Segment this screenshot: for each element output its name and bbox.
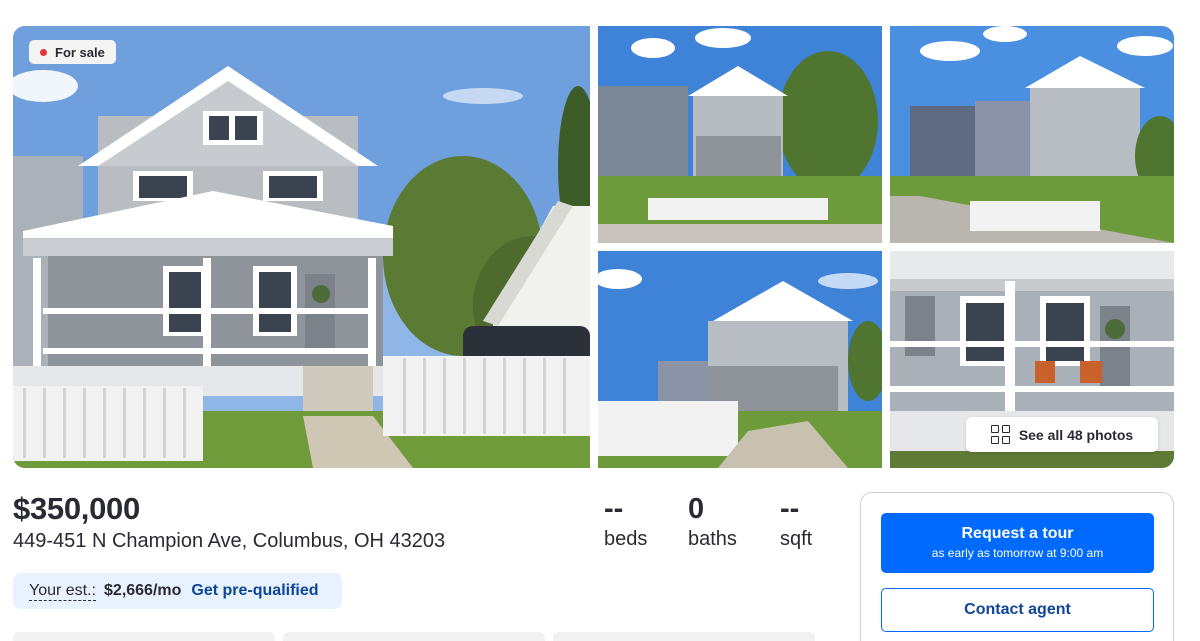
gallery-photo-3[interactable] <box>890 26 1174 243</box>
sqft-label: sqft <box>780 528 813 550</box>
estimate-label[interactable]: Your est.: <box>29 582 97 601</box>
see-all-photos-label: See all 48 photos <box>1018 426 1134 443</box>
sqft-fact: -- sqft <box>780 492 812 551</box>
house-side-image <box>598 251 882 468</box>
house-angle-image <box>598 26 882 243</box>
gallery-photo-5[interactable]: See all 48 photos <box>890 251 1174 468</box>
beds-fact: -- beds <box>604 492 647 551</box>
baths-fact: 0 baths <box>688 492 737 551</box>
estimate-amount: $2,666/mo <box>104 582 182 599</box>
status-badge-label: For sale <box>55 44 105 60</box>
gallery-photo-2[interactable] <box>598 26 882 243</box>
beds-label: beds <box>604 528 648 550</box>
fact-chip <box>283 632 545 641</box>
street-view-image <box>890 26 1174 243</box>
fact-chip <box>553 632 815 641</box>
payment-estimate: Your est.: $2,666/mo Get pre-qualified <box>13 573 342 609</box>
listing-address: 449-451 N Champion Ave, Columbus, OH 432… <box>13 530 446 552</box>
sale-dot-icon <box>40 48 47 56</box>
grid-icon <box>990 425 1010 444</box>
photo-gallery[interactable]: For sale See all 48 photos <box>13 26 1174 468</box>
gallery-photo-4[interactable] <box>598 251 882 468</box>
baths-value: 0 <box>688 493 705 525</box>
house-front-image <box>13 26 590 468</box>
listing-price: $350,000 <box>13 491 140 526</box>
contact-card: Request a tour as early as tomorrow at 9… <box>860 492 1174 641</box>
request-tour-subtitle: as early as tomorrow at 9:00 am <box>931 546 1104 560</box>
fact-chip <box>13 632 275 641</box>
see-all-photos-button[interactable]: See all 48 photos <box>966 417 1158 452</box>
sqft-value: -- <box>780 493 800 525</box>
main-photo[interactable]: For sale <box>13 26 590 468</box>
baths-label: baths <box>688 528 737 550</box>
request-tour-button[interactable]: Request a tour as early as tomorrow at 9… <box>881 513 1154 573</box>
status-badge: For sale <box>29 40 116 64</box>
request-tour-title: Request a tour <box>961 525 1074 542</box>
get-prequalified-link[interactable]: Get pre-qualified <box>191 582 318 600</box>
contact-agent-button[interactable]: Contact agent <box>881 588 1154 632</box>
beds-value: -- <box>604 493 624 525</box>
